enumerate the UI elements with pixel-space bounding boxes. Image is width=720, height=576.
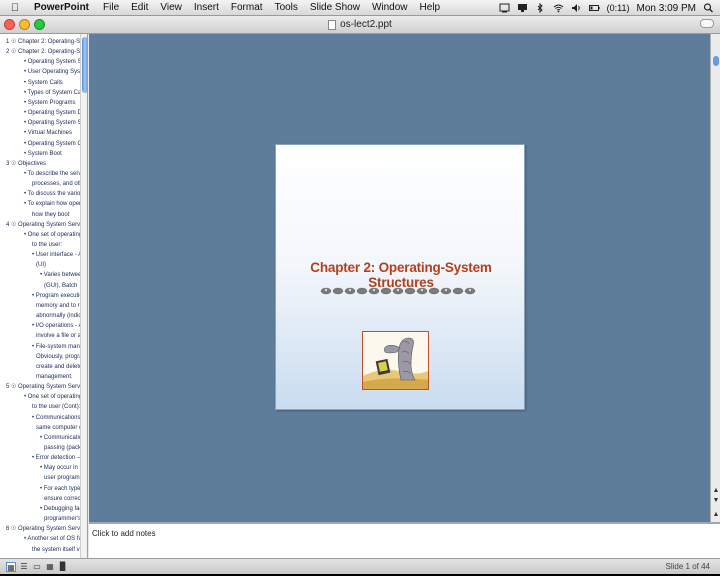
window-title: os-lect2.ppt xyxy=(340,19,392,30)
menu-file[interactable]: File xyxy=(103,2,119,13)
title-bar[interactable]: os-lect2.ppt xyxy=(0,16,720,34)
slide-scrollbar[interactable]: ▲ ▼ ▲ ▼ xyxy=(710,34,720,539)
outline-bullet[interactable]: • Operating System De xyxy=(24,109,87,117)
volume-icon[interactable] xyxy=(571,3,582,13)
notes-pane[interactable]: Click to add notes xyxy=(89,522,720,558)
menu-bar:  PowerPoint File Edit View Insert Forma… xyxy=(0,0,720,16)
slide-title[interactable]: Chapter 2: Operating-System Structures xyxy=(276,260,526,290)
normal-view-icon[interactable]: ▦ xyxy=(6,562,16,572)
menu-format[interactable]: Format xyxy=(231,2,263,13)
outline-slide-heading[interactable]: 1 ☉ Chapter 2: Operating-Sy xyxy=(6,38,86,46)
menu-tools[interactable]: Tools xyxy=(275,2,298,13)
display-icon[interactable] xyxy=(499,3,510,13)
outline-slide-heading[interactable]: 5 ☉ Operating System Servic xyxy=(6,383,86,391)
slide-sorter-view-icon[interactable]: ▦ xyxy=(45,562,55,572)
bluetooth-icon[interactable] xyxy=(535,3,546,13)
menu-extras: (0:11) Mon 3:09 PM xyxy=(499,0,714,16)
outline-bullet[interactable]: • Another set of OS fun xyxy=(24,535,87,543)
outline-bullet[interactable]: • System Calls xyxy=(24,79,87,87)
dinosaur-illustration[interactable] xyxy=(362,331,429,390)
app-menu[interactable]: PowerPoint xyxy=(34,2,89,13)
wifi-icon[interactable] xyxy=(553,3,564,13)
menu-clock[interactable]: Mon 3:09 PM xyxy=(637,3,696,14)
outline-pane[interactable]: the system itself via r • Another set of … xyxy=(0,34,88,558)
outline-view-icon[interactable]: ☰ xyxy=(19,562,29,572)
outline-bullet[interactable]: • User Operating Syste xyxy=(24,68,87,76)
screen-icon[interactable] xyxy=(517,3,528,13)
outline-slide-heading[interactable]: 3 ☉ Objectives xyxy=(6,160,86,168)
outline-bullet[interactable]: • System Boot xyxy=(24,150,87,158)
slide-count: Slide 1 of 44 xyxy=(665,562,710,571)
outline-bullet[interactable]: • Types of System Calls xyxy=(24,89,87,97)
outline-bullet[interactable]: • Operating System Str xyxy=(24,119,87,127)
outline-slide-heading[interactable]: 2 ☉ Chapter 2: Operating-Sy xyxy=(6,48,86,56)
menu-window[interactable]: Window xyxy=(372,2,408,13)
notes-placeholder[interactable]: Click to add notes xyxy=(92,529,156,538)
previous-slide-icon[interactable]: ▲ xyxy=(712,510,720,519)
title-divider xyxy=(320,287,476,295)
menu-edit[interactable]: Edit xyxy=(131,2,148,13)
outline-bullet[interactable]: • To explain how operat xyxy=(24,200,87,208)
menu-view[interactable]: View xyxy=(160,2,182,13)
outline-scroll-thumb[interactable] xyxy=(82,37,87,93)
window-controls xyxy=(4,19,45,30)
minimize-button[interactable] xyxy=(19,19,30,30)
slide-pane[interactable]: Chapter 2: Operating-System Structures xyxy=(89,34,710,539)
scroll-down-arrow-icon[interactable]: ▼ xyxy=(712,496,720,505)
battery-icon[interactable] xyxy=(588,3,600,13)
dinosaur-icon xyxy=(363,332,428,389)
outline-slide-heading[interactable]: 4 ☉ Operating System Servic xyxy=(6,221,86,229)
toolbar-toggle-button[interactable] xyxy=(700,19,714,28)
close-button[interactable] xyxy=(4,19,15,30)
outline-bullet[interactable]: • One set of operating-s xyxy=(24,231,87,239)
presentation-window: os-lect2.ppt the system itself via r • An… xyxy=(0,16,720,574)
outline-bullet[interactable]: • Virtual Machines xyxy=(24,129,87,137)
current-slide[interactable]: Chapter 2: Operating-System Structures xyxy=(275,144,525,410)
menu-insert[interactable]: Insert xyxy=(194,2,219,13)
outline-slide-heading[interactable]: 6 ☉ Operating System Servic xyxy=(6,525,86,533)
outline-scrollbar[interactable] xyxy=(80,34,87,558)
page-view-icon[interactable]: ▭ xyxy=(32,562,42,572)
outline-bullet[interactable]: • Operating System Se xyxy=(24,58,87,66)
zoom-button[interactable] xyxy=(34,19,45,30)
apple-menu-icon[interactable]:  xyxy=(6,2,24,14)
menu-help[interactable]: Help xyxy=(420,2,441,13)
outline-bullet[interactable]: • One set of operating-s xyxy=(24,393,87,401)
battery-time: (0:11) xyxy=(606,3,630,13)
spotlight-icon[interactable] xyxy=(703,3,714,13)
document-icon xyxy=(328,19,337,30)
scroll-up-arrow-icon[interactable]: ▲ xyxy=(712,486,720,495)
status-bar: ▦ ☰ ▭ ▦ ▉ Slide 1 of 44 xyxy=(0,558,720,574)
outline-bullet[interactable]: • Operating System Ge xyxy=(24,140,87,148)
outline-bullet[interactable]: • System Programs xyxy=(24,99,87,107)
outline-bullet[interactable]: • To describe the servic xyxy=(24,170,87,178)
menu-slide-show[interactable]: Slide Show xyxy=(310,2,360,13)
slide-show-view-icon[interactable]: ▉ xyxy=(58,562,68,572)
outline-bullet[interactable]: • To discuss the various xyxy=(24,190,87,198)
slide-scroll-thumb[interactable] xyxy=(713,56,719,66)
